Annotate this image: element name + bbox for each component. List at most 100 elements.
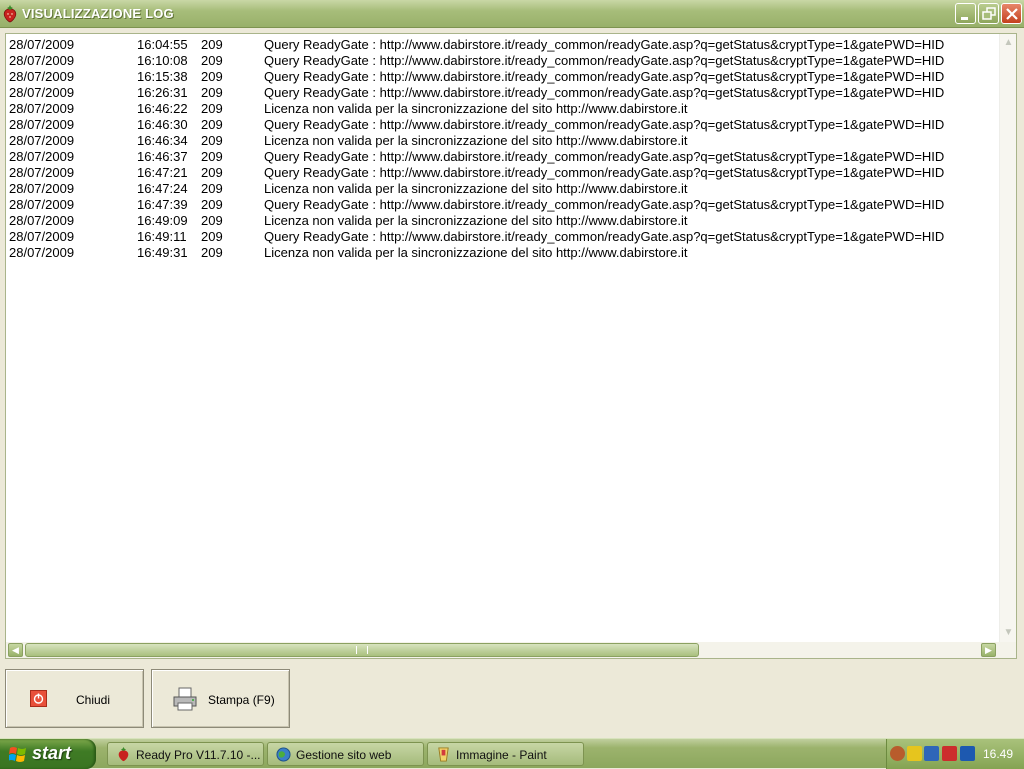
log-date: 28/07/2009 — [9, 181, 75, 196]
taskbar: start Ready Pro V11.7.10 -... Gestione s… — [0, 738, 1024, 769]
strawberry-icon — [118, 747, 129, 762]
log-code: 209 — [201, 197, 223, 212]
printer-icon — [173, 687, 197, 711]
log-date: 28/07/2009 — [9, 213, 75, 228]
start-label: start — [32, 743, 72, 763]
log-time: 16:46:30 — [137, 117, 188, 132]
log-message: Query ReadyGate : http://www.dabirstore.… — [264, 85, 945, 100]
chiudi-button[interactable]: Chiudi — [5, 669, 144, 728]
log-time: 16:47:21 — [137, 165, 188, 180]
taskbar-item-paint[interactable]: Immagine - Paint — [427, 742, 584, 766]
power-icon — [30, 690, 47, 707]
log-rows: 28/07/2009 16:04:55 209 Query ReadyGate : h… — [6, 36, 999, 644]
log-list[interactable]: 28/07/2009 16:04:55 209 Query ReadyGate : h… — [5, 33, 1017, 659]
log-time: 16:04:55 — [137, 37, 188, 52]
title-bar[interactable]: VISUALIZZAZIONE LOG — [0, 0, 1024, 28]
stampa-label: Stampa (F9) — [208, 693, 275, 707]
log-date: 28/07/2009 — [9, 165, 75, 180]
log-row[interactable]: 28/07/2009 16:26:31 209 Query ReadyGate : h… — [6, 84, 999, 100]
log-time: 16:49:31 — [137, 245, 188, 260]
taskbar-item-label: Gestione sito web — [296, 748, 392, 762]
log-date: 28/07/2009 — [9, 37, 75, 52]
close-icon — [1006, 8, 1018, 20]
system-tray: 16.49 — [886, 739, 1024, 769]
log-code: 209 — [201, 165, 223, 180]
log-message: Licenza non valida per la sincronizzazio… — [264, 101, 688, 116]
log-time: 16:46:34 — [137, 133, 188, 148]
log-message: Query ReadyGate : http://www.dabirstore.… — [264, 197, 945, 212]
log-date: 28/07/2009 — [9, 85, 75, 100]
security-shield-icon[interactable] — [907, 746, 922, 761]
log-row[interactable]: 28/07/2009 16:46:34 209 Licenza non valida … — [6, 132, 999, 148]
log-date: 28/07/2009 — [9, 229, 75, 244]
log-message: Query ReadyGate : http://www.dabirstore.… — [264, 53, 945, 68]
log-row[interactable]: 28/07/2009 16:15:38 209 Query ReadyGate : h… — [6, 68, 999, 84]
log-time: 16:47:39 — [137, 197, 188, 212]
show-hidden-icons-icon[interactable] — [890, 746, 905, 761]
log-time: 16:49:11 — [137, 229, 187, 244]
log-date: 28/07/2009 — [9, 117, 75, 132]
log-row[interactable]: 28/07/2009 16:04:55 209 Query ReadyGate : h… — [6, 36, 999, 52]
stampa-button[interactable]: Stampa (F9) — [151, 669, 290, 728]
log-code: 209 — [201, 53, 223, 68]
minimize-icon — [961, 17, 968, 20]
scroll-up-icon[interactable]: ▲ — [1002, 36, 1015, 49]
log-message: Licenza non valida per la sincronizzazio… — [264, 133, 688, 148]
start-button[interactable]: start — [0, 739, 96, 769]
language-icon[interactable] — [960, 746, 975, 761]
minimize-button[interactable] — [955, 3, 976, 24]
log-row[interactable]: 28/07/2009 16:46:22 209 Licenza non valida … — [6, 100, 999, 116]
log-date: 28/07/2009 — [9, 69, 75, 84]
clock: 16.49 — [983, 747, 1014, 761]
log-code: 209 — [201, 85, 223, 100]
log-code: 209 — [201, 181, 223, 196]
window-title: VISUALIZZAZIONE LOG — [22, 6, 174, 21]
taskbar-item-label: Immagine - Paint — [456, 748, 547, 762]
log-row[interactable]: 28/07/2009 16:46:37 209 Query ReadyGate : h… — [6, 148, 999, 164]
log-date: 28/07/2009 — [9, 133, 75, 148]
chiudi-label: Chiudi — [76, 693, 111, 707]
strawberry-icon — [3, 5, 17, 23]
scroll-down-icon[interactable]: ▼ — [1002, 626, 1015, 639]
log-row[interactable]: 28/07/2009 16:49:09 209 Licenza non valida … — [6, 212, 999, 228]
log-row[interactable]: 28/07/2009 16:10:08 209 Query ReadyGate : h… — [6, 52, 999, 68]
log-date: 28/07/2009 — [9, 101, 75, 116]
log-code: 209 — [201, 245, 223, 260]
taskbar-item-ready-pro[interactable]: Ready Pro V11.7.10 -... — [107, 742, 264, 766]
log-date: 28/07/2009 — [9, 53, 75, 68]
taskbar-item-gestione-sito[interactable]: Gestione sito web — [267, 742, 424, 766]
scroll-left-icon[interactable]: ◀ — [8, 643, 23, 657]
log-time: 16:47:24 — [137, 181, 188, 196]
log-time: 16:15:38 — [137, 69, 188, 84]
log-row[interactable]: 28/07/2009 16:49:11 209 Query ReadyGate : h… — [6, 228, 999, 244]
restore-button[interactable] — [978, 3, 999, 24]
log-row[interactable]: 28/07/2009 16:46:30 209 Query ReadyGate : h… — [6, 116, 999, 132]
log-row[interactable]: 28/07/2009 16:47:21 209 Query ReadyGate : h… — [6, 164, 999, 180]
log-message: Query ReadyGate : http://www.dabirstore.… — [264, 229, 945, 244]
horizontal-scroll-thumb[interactable] — [25, 643, 699, 657]
windows-flag-icon — [9, 747, 26, 762]
restore-icon — [982, 7, 996, 20]
log-code: 209 — [201, 37, 223, 52]
log-message: Licenza non valida per la sincronizzazio… — [264, 213, 688, 228]
log-message: Query ReadyGate : http://www.dabirstore.… — [264, 117, 945, 132]
log-message: Licenza non valida per la sincronizzazio… — [264, 245, 688, 260]
log-code: 209 — [201, 133, 223, 148]
vertical-scrollbar[interactable]: ▲ ▼ — [999, 34, 1016, 642]
log-date: 28/07/2009 — [9, 197, 75, 212]
taskbar-item-label: Ready Pro V11.7.10 -... — [136, 748, 261, 762]
globe-icon — [276, 747, 291, 762]
log-date: 28/07/2009 — [9, 149, 75, 164]
log-code: 209 — [201, 149, 223, 164]
log-row[interactable]: 28/07/2009 16:47:39 209 Query ReadyGate : h… — [6, 196, 999, 212]
log-row[interactable]: 28/07/2009 16:49:31 209 Licenza non valida … — [6, 244, 999, 260]
log-code: 209 — [201, 101, 223, 116]
close-window-button[interactable] — [1001, 3, 1022, 24]
log-time: 16:49:09 — [137, 213, 188, 228]
antivirus-icon[interactable] — [942, 746, 957, 761]
log-code: 209 — [201, 229, 223, 244]
network-icon[interactable] — [924, 746, 939, 761]
scroll-right-icon[interactable]: ▶ — [981, 643, 996, 657]
horizontal-scrollbar[interactable]: ◀ ▶ — [6, 642, 1016, 658]
log-row[interactable]: 28/07/2009 16:47:24 209 Licenza non valida … — [6, 180, 999, 196]
